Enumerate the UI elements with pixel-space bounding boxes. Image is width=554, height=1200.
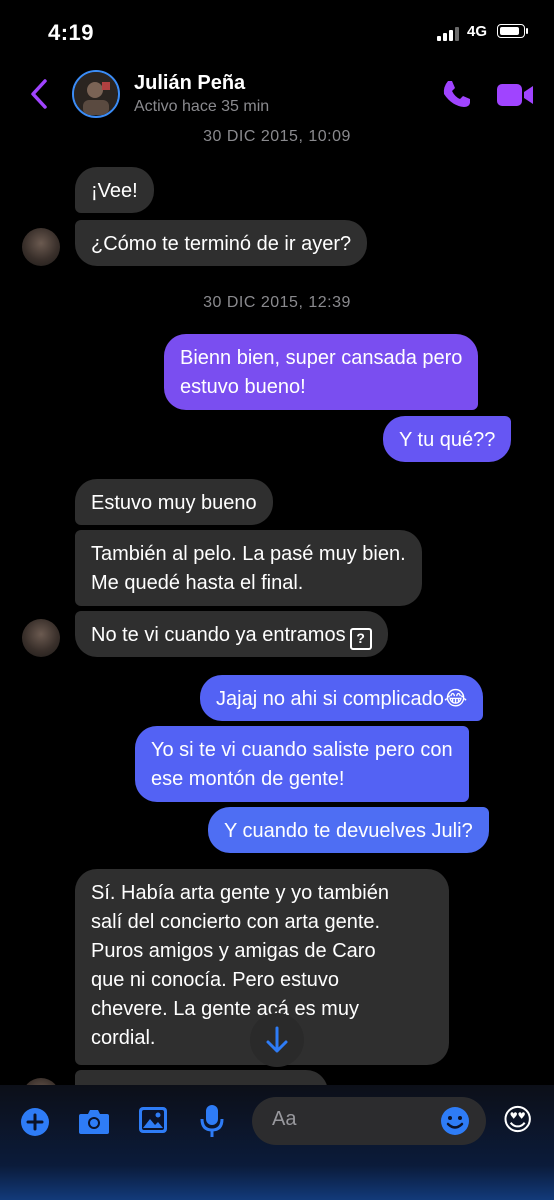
battery-icon bbox=[497, 24, 528, 38]
status-time: 4:19 bbox=[48, 20, 95, 45]
message-input-placeholder: Aa bbox=[272, 1108, 297, 1130]
sender-avatar bbox=[22, 228, 60, 266]
timestamp: 30 DIC 2015, 12:39 bbox=[203, 294, 351, 311]
message-bubble-incoming[interactable]: ¡Vee! bbox=[75, 167, 154, 213]
unknown-character-icon: ? bbox=[349, 628, 372, 650]
plus-icon[interactable] bbox=[20, 1107, 50, 1137]
timestamp: 30 DIC 2015, 10:09 bbox=[203, 128, 351, 145]
photo-icon[interactable] bbox=[138, 1106, 168, 1134]
message-bubble-outgoing[interactable]: Bienn bien, super cansada pero estuvo bu… bbox=[164, 334, 479, 410]
message-bubble-incoming[interactable]: También al pelo. La pasé muy bien. Me qu… bbox=[75, 530, 422, 606]
emoji-icon[interactable] bbox=[440, 1106, 470, 1136]
message-bubble-outgoing[interactable]: Y tu qué?? bbox=[383, 416, 512, 462]
camera-icon[interactable] bbox=[78, 1107, 110, 1135]
network-type: 4G bbox=[467, 23, 488, 40]
quick-reaction-button[interactable]: 😍 bbox=[502, 1103, 533, 1139]
message-bubble-incoming[interactable]: ¿Cómo te terminó de ir ayer? bbox=[75, 220, 368, 266]
laughing-emoji: 😂 bbox=[443, 688, 468, 710]
video-call-icon[interactable] bbox=[496, 82, 534, 108]
message-bubble-outgoing[interactable]: Yo si te vi cuando saliste pero con ese … bbox=[135, 726, 469, 802]
message-bubble-outgoing[interactable]: Y cuando te devuelves Juli? bbox=[208, 807, 489, 853]
message-bubble-outgoing[interactable]: Jajaj no ahi si complicado😂 bbox=[200, 675, 484, 721]
scroll-to-bottom-button[interactable] bbox=[250, 1013, 304, 1067]
signal-icon bbox=[437, 27, 463, 41]
contact-status: Activo hace 35 min bbox=[134, 98, 270, 115]
contact-name[interactable]: Julián Peña bbox=[134, 72, 245, 95]
back-icon[interactable] bbox=[28, 78, 50, 110]
message-bubble-incoming[interactable]: Estuvo muy bueno bbox=[75, 479, 273, 525]
microphone-icon[interactable] bbox=[200, 1104, 224, 1138]
message-bubble-incoming[interactable]: No te vi cuando ya entramos? bbox=[75, 611, 388, 657]
phone-icon[interactable] bbox=[440, 78, 472, 110]
arrow-down-icon bbox=[266, 1026, 288, 1053]
sender-avatar bbox=[22, 619, 60, 657]
contact-avatar[interactable] bbox=[72, 70, 120, 118]
